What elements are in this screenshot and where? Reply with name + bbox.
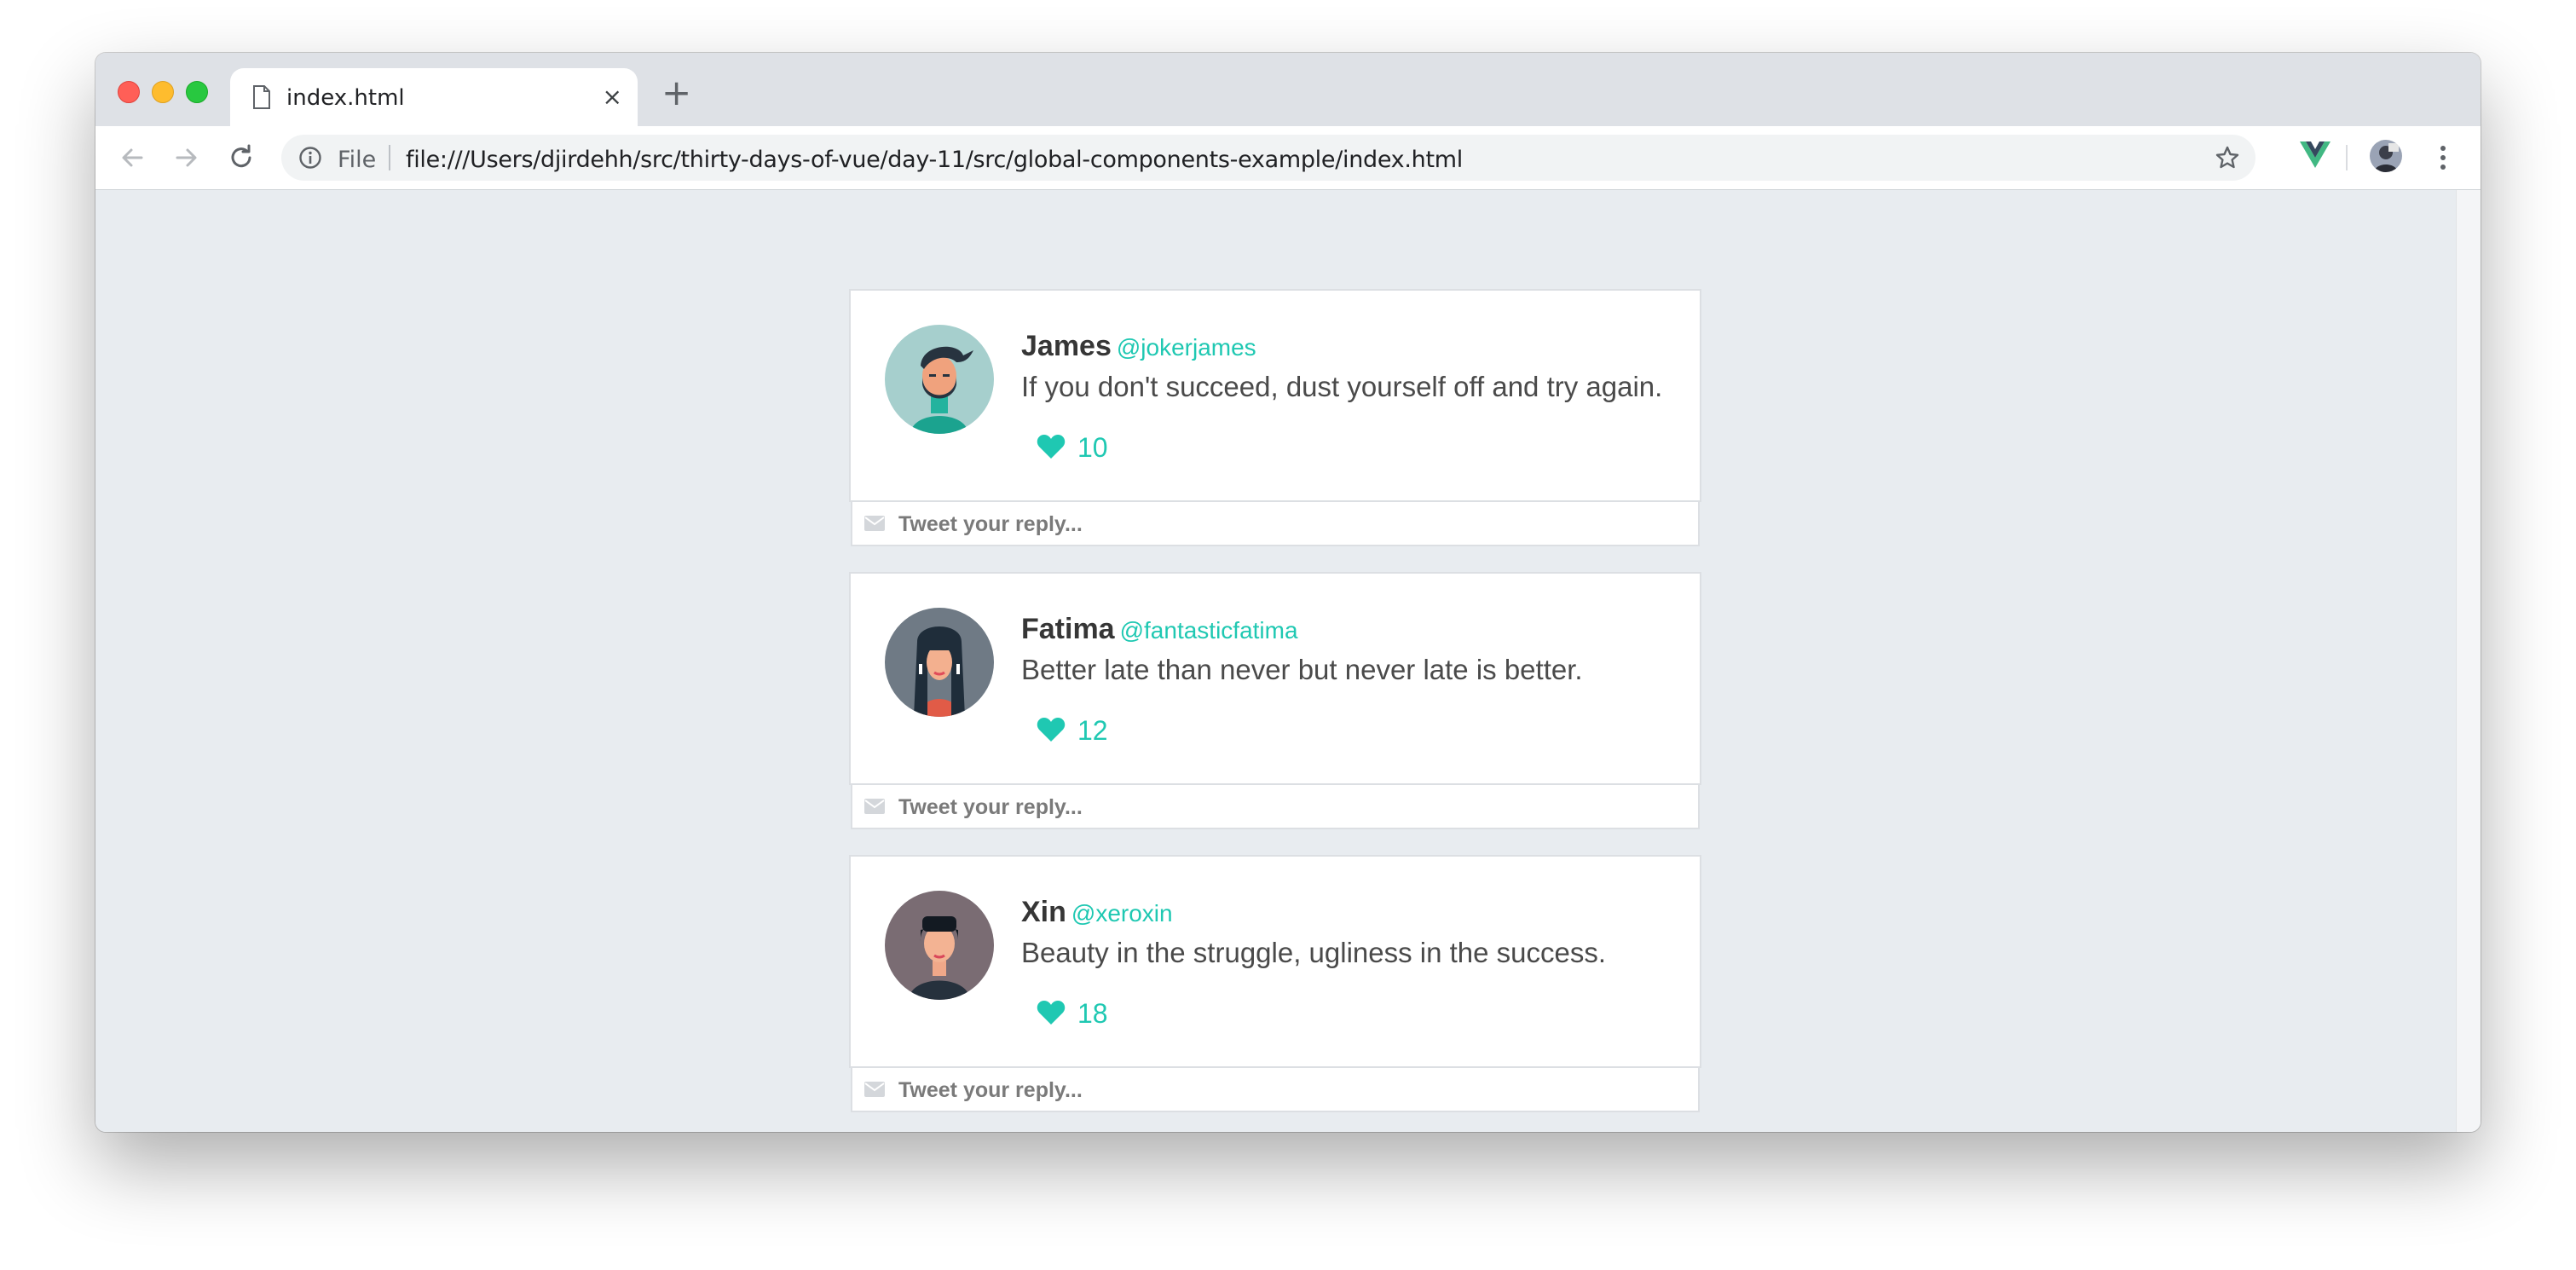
heart-icon	[1037, 434, 1066, 464]
new-tab-button[interactable]: +	[661, 75, 691, 111]
tweet-header: Fatima @fantasticfatima	[1021, 613, 1298, 646]
long-haired-woman-avatar-icon	[885, 608, 994, 717]
short-haired-woman-avatar-icon	[885, 891, 994, 1000]
tab-title: index.html	[286, 85, 405, 111]
tweet-card: James @jokerjames If you don't succeed, d…	[849, 289, 1701, 502]
envelope-icon	[864, 1082, 885, 1101]
reply-placeholder: Tweet your reply...	[898, 512, 1083, 536]
page-scrollbar[interactable]	[2456, 190, 2481, 1132]
reply-placeholder: Tweet your reply...	[898, 795, 1083, 819]
window-maximize-button[interactable]	[186, 81, 208, 103]
tab-index-html[interactable]: index.html ×	[230, 68, 638, 126]
window-close-button[interactable]	[118, 81, 140, 103]
tweet-author-handle[interactable]: @jokerjames	[1117, 334, 1256, 361]
tweet-card: Xin @xeroxin Beauty in the struggle, ugli…	[849, 855, 1701, 1068]
tweet-text: If you don't succeed, dust yourself off …	[1021, 371, 1663, 402]
scheme-label: File	[338, 147, 377, 173]
browser-window: index.html × + File file:///Users/djirde…	[95, 53, 2481, 1132]
tweet-author-name: James	[1021, 330, 1112, 362]
window-minimize-button[interactable]	[152, 81, 174, 103]
tab-strip: index.html × +	[95, 53, 2481, 126]
reply-input[interactable]: Tweet your reply...	[851, 785, 1700, 829]
like-count: 18	[1077, 998, 1108, 1029]
tweet-author-name: Xin	[1021, 896, 1066, 928]
tweet-author-handle[interactable]: @fantasticfatima	[1120, 617, 1298, 644]
back-arrow-icon[interactable]	[118, 143, 147, 172]
envelope-icon	[864, 516, 885, 535]
heart-icon	[1037, 717, 1066, 747]
tweet-text: Beauty in the struggle, ugliness in the …	[1021, 937, 1607, 968]
bookmark-star-icon[interactable]	[2215, 145, 2240, 175]
tweet-header: James @jokerjames	[1021, 330, 1256, 363]
reply-placeholder: Tweet your reply...	[898, 1078, 1083, 1102]
file-icon	[252, 85, 271, 113]
envelope-icon	[864, 799, 885, 818]
heart-icon	[1037, 1000, 1066, 1030]
tweet-author-handle[interactable]: @xeroxin	[1071, 900, 1173, 927]
browser-toolbar: File file:///Users/djirdehh/src/thirty-d…	[95, 126, 2481, 190]
page-content: James @jokerjames If you don't succeed, d…	[95, 190, 2457, 1132]
more-menu-icon[interactable]	[2438, 143, 2448, 176]
reload-icon[interactable]	[227, 143, 256, 172]
omnibox-divider	[389, 145, 390, 170]
profile-avatar-icon[interactable]	[2370, 140, 2402, 172]
reply-input[interactable]: Tweet your reply...	[851, 1068, 1700, 1112]
like-count: 12	[1077, 715, 1108, 746]
url-text[interactable]: file:///Users/djirdehh/src/thirty-days-o…	[406, 147, 1463, 173]
like-count: 10	[1077, 432, 1108, 463]
tweet-author-name: Fatima	[1021, 613, 1115, 645]
tweet-header: Xin @xeroxin	[1021, 896, 1173, 929]
tweet-text: Better late than never but never late is…	[1021, 654, 1583, 685]
vue-devtools-icon[interactable]	[2300, 141, 2331, 173]
address-bar[interactable]: File file:///Users/djirdehh/src/thirty-d…	[281, 135, 2255, 181]
bearded-man-avatar-icon	[885, 325, 994, 434]
reply-input[interactable]: Tweet your reply...	[851, 502, 1700, 546]
tab-close-icon[interactable]: ×	[603, 85, 622, 109]
forward-arrow-icon[interactable]	[172, 143, 201, 172]
tweet-card: Fatima @fantasticfatima Better late than …	[849, 572, 1701, 785]
site-info-icon[interactable]	[298, 146, 322, 174]
toolbar-divider	[2346, 145, 2348, 170]
